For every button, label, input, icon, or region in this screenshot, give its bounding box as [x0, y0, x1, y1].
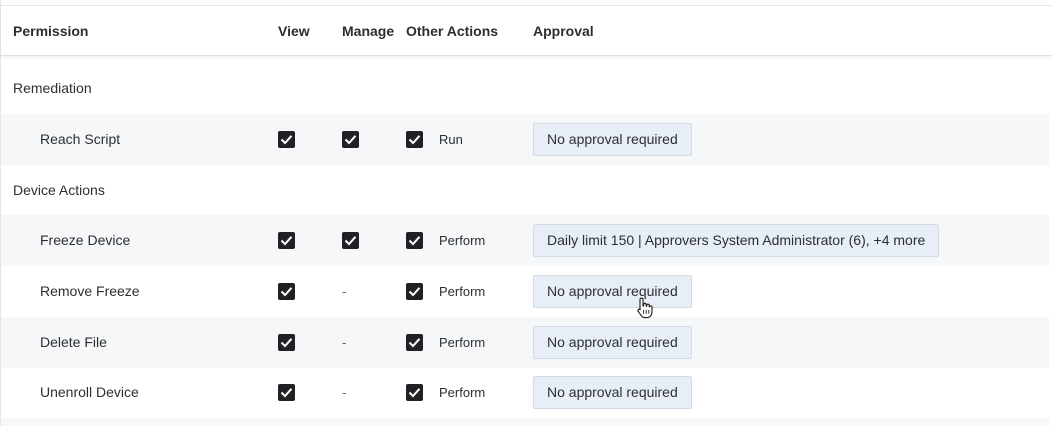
approval-button[interactable]: Daily limit 150 | Approvers System Admin… — [533, 224, 940, 257]
group-row-remediation: Remediation — [1, 63, 1049, 114]
action-label: Perform — [439, 385, 486, 400]
action-label: Run — [439, 132, 463, 147]
check-icon — [280, 135, 293, 145]
table-row: Delete File - Perform No approval requir… — [1, 317, 1049, 368]
column-header-approval[interactable]: Approval — [533, 6, 594, 56]
approval-button[interactable]: No approval required — [533, 123, 692, 156]
view-checkbox[interactable] — [278, 283, 295, 300]
check-icon — [408, 338, 421, 348]
permission-name: Freeze Device — [40, 232, 131, 248]
view-checkbox[interactable] — [278, 131, 295, 148]
table-row-partial — [1, 418, 1049, 426]
other-actions-checkbox[interactable] — [406, 232, 423, 249]
check-icon — [408, 236, 421, 246]
table-header: Permission View Manage Other Actions App… — [1, 5, 1052, 56]
column-header-manage[interactable]: Manage — [342, 6, 394, 56]
manage-not-applicable: - — [342, 284, 347, 299]
permission-name: Delete File — [40, 334, 107, 350]
check-icon — [408, 135, 421, 145]
check-icon — [408, 388, 421, 398]
other-actions-checkbox[interactable] — [406, 384, 423, 401]
manage-not-applicable: - — [342, 385, 347, 400]
manage-not-applicable: - — [342, 335, 347, 350]
view-checkbox[interactable] — [278, 334, 295, 351]
approval-button[interactable]: No approval required — [533, 326, 692, 359]
group-label: Device Actions — [13, 182, 105, 198]
other-actions-checkbox[interactable] — [406, 131, 423, 148]
column-header-other-actions[interactable]: Other Actions — [406, 6, 498, 56]
table-row: Freeze Device Perform Daily limit 150 | … — [1, 215, 1049, 266]
other-actions-checkbox[interactable] — [406, 334, 423, 351]
approval-button[interactable]: No approval required — [533, 376, 692, 409]
action-label: Perform — [439, 284, 486, 299]
view-checkbox[interactable] — [278, 232, 295, 249]
approval-button[interactable]: No approval required — [533, 275, 692, 308]
permissions-table: Permission View Manage Other Actions App… — [0, 0, 1052, 426]
action-label: Perform — [439, 335, 486, 350]
view-checkbox[interactable] — [278, 384, 295, 401]
table-row: Remove Freeze - Perform No approval requ… — [1, 266, 1049, 317]
check-icon — [344, 236, 357, 246]
check-icon — [408, 287, 421, 297]
table-row: Reach Script Run No approval required — [1, 114, 1049, 165]
permission-name: Unenroll Device — [40, 384, 139, 400]
check-icon — [280, 338, 293, 348]
table-row: Unenroll Device - Perform No approval re… — [1, 367, 1049, 418]
permission-name: Remove Freeze — [40, 283, 140, 299]
action-label: Perform — [439, 233, 486, 248]
other-actions-checkbox[interactable] — [406, 283, 423, 300]
check-icon — [280, 287, 293, 297]
check-icon — [280, 388, 293, 398]
manage-checkbox[interactable] — [342, 232, 359, 249]
manage-checkbox[interactable] — [342, 131, 359, 148]
check-icon — [344, 135, 357, 145]
column-header-view[interactable]: View — [278, 6, 310, 56]
permission-name: Reach Script — [40, 131, 121, 147]
hand-pointer-icon — [637, 297, 653, 319]
column-header-permission[interactable]: Permission — [13, 6, 88, 56]
check-icon — [280, 236, 293, 246]
group-row-device-actions: Device Actions — [1, 165, 1049, 216]
group-label: Remediation — [13, 80, 92, 96]
